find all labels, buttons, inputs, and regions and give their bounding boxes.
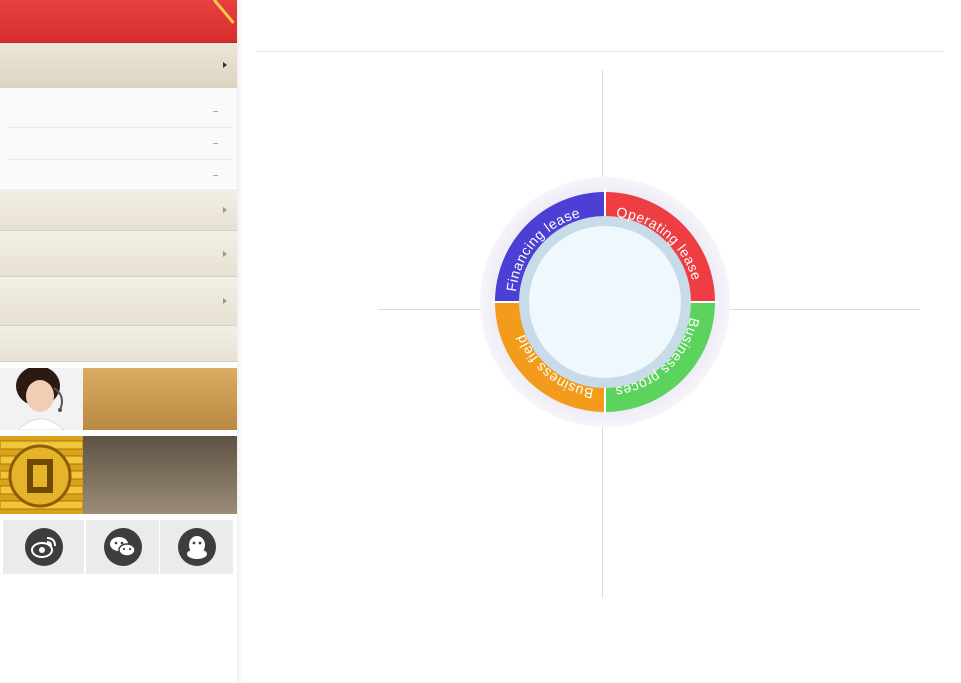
dash-icon — [213, 143, 218, 144]
wechat-icon — [103, 528, 142, 566]
sidebar-item-5[interactable] — [0, 326, 237, 362]
chevron-right-icon — [223, 298, 227, 304]
horizontal-axis-line-left — [378, 309, 482, 310]
sidebar-item-1[interactable] — [0, 43, 237, 88]
title-divider — [257, 51, 943, 52]
wechat-button[interactable] — [86, 520, 159, 574]
dash-icon — [213, 111, 218, 112]
sidebar-item-2[interactable] — [0, 189, 237, 231]
customer-service-banner[interactable] — [0, 368, 237, 430]
sidebar-submenu — [0, 88, 237, 188]
submenu-item-3[interactable] — [8, 160, 232, 191]
business-ring-diagram: Operating lease Business process Busines… — [476, 164, 730, 427]
chevron-right-icon — [223, 250, 227, 257]
sidebar-header — [0, 0, 237, 43]
chevron-right-icon — [223, 62, 227, 68]
qq-button[interactable] — [160, 520, 233, 574]
weibo-icon — [24, 528, 63, 566]
customer-service-image — [0, 368, 237, 430]
sidebar — [0, 0, 237, 683]
dash-icon — [213, 175, 218, 176]
center-disc — [529, 226, 681, 378]
horizontal-axis-line-right — [726, 309, 920, 310]
gold-coin-image — [0, 436, 237, 514]
submenu-item-2[interactable] — [8, 128, 232, 160]
sidebar-item-4[interactable] — [0, 277, 237, 326]
finance-banner[interactable] — [0, 436, 237, 514]
weibo-button[interactable] — [3, 520, 84, 574]
chevron-right-icon — [223, 206, 227, 213]
sidebar-item-3[interactable] — [0, 231, 237, 277]
corner-ribbon — [213, 0, 237, 24]
submenu-item-1[interactable] — [8, 96, 232, 128]
qq-icon — [177, 528, 216, 566]
